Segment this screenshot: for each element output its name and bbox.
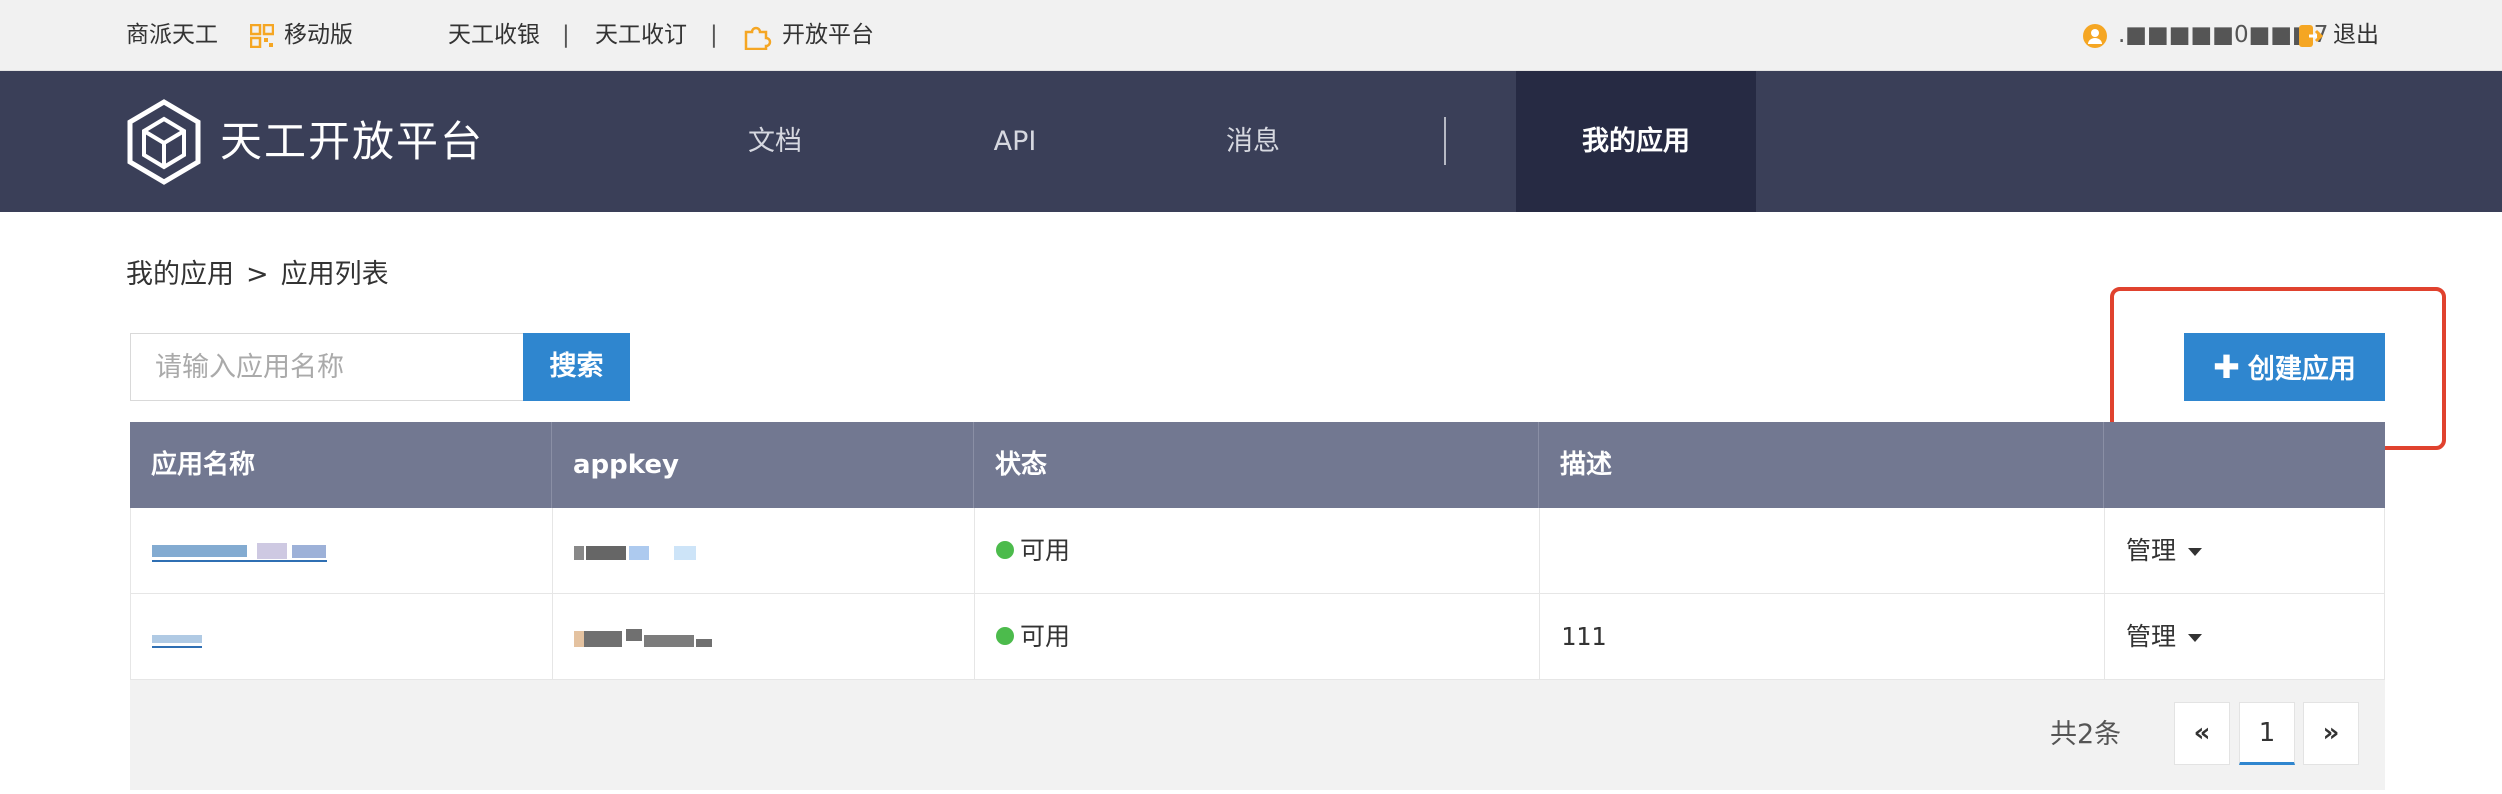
caret-down-icon <box>2188 548 2203 556</box>
search-button[interactable]: 搜索 <box>523 333 630 401</box>
nav-docs[interactable]: 文档 <box>720 71 830 212</box>
redacted-appkey <box>574 546 696 560</box>
pagination-bar: 共2条 <box>130 680 2385 790</box>
top-utility-bar: 商派天工 移动版 天工收银 | 天工收订 | 开放平台 .■■■■■0■■■7 … <box>0 0 2502 71</box>
nav-my-apps[interactable]: 我的应用 <box>1516 71 1756 212</box>
nav-messages[interactable]: 消息 <box>1198 71 1308 212</box>
column-header-action <box>2104 422 2385 508</box>
breadcrumb-current: 应用列表 <box>280 259 389 290</box>
nav-api[interactable]: API <box>960 71 1070 212</box>
shangpai-tiangong-link[interactable]: 商派天工 <box>126 0 218 71</box>
logout-link[interactable]: 退出 <box>2297 0 2379 71</box>
next-page-button[interactable]: » <box>2303 702 2359 765</box>
column-header-appkey: appkey <box>552 422 974 508</box>
platform-brand[interactable]: 天工开放平台 <box>220 71 484 212</box>
nav-divider <box>1444 117 1446 165</box>
tiangong-order-link[interactable]: 天工收订 <box>595 0 687 71</box>
column-header-app-name: 应用名称 <box>130 422 552 508</box>
tiangong-logo-icon[interactable] <box>126 99 202 185</box>
mobile-version-link[interactable]: 移动版 <box>250 0 353 71</box>
status-text: 可用 <box>1020 536 1071 565</box>
open-platform-label: 开放平台 <box>782 22 874 48</box>
column-header-status: 状态 <box>974 422 1539 508</box>
topbar-divider: | <box>562 22 570 48</box>
app-name-cell[interactable] <box>131 594 553 680</box>
breadcrumb-separator: > <box>246 259 269 290</box>
redacted-appkey <box>574 629 712 647</box>
page-1-button[interactable]: 1 <box>2239 702 2295 765</box>
mobile-version-label: 移动版 <box>284 22 353 48</box>
description-cell <box>1540 508 2105 594</box>
prev-page-button[interactable]: « <box>2174 702 2230 765</box>
redacted-app-name-link[interactable] <box>152 541 327 563</box>
user-icon <box>2083 23 2107 48</box>
app-name-search-input[interactable] <box>130 333 523 401</box>
manage-label: 管理 <box>2126 536 2177 565</box>
tiangong-cashier-link[interactable]: 天工收银 <box>448 0 540 71</box>
manage-dropdown[interactable]: 管理 <box>2105 594 2386 680</box>
main-navbar: 天工开放平台 文档 API 消息 我的应用 <box>0 71 2502 212</box>
logout-label: 退出 <box>2333 22 2379 48</box>
manage-label: 管理 <box>2126 622 2177 651</box>
redacted-app-name-link[interactable] <box>152 627 207 649</box>
appkey-cell <box>553 508 975 594</box>
description-cell: 111 <box>1540 594 2105 680</box>
open-platform-link[interactable]: 开放平台 <box>742 0 874 71</box>
caret-down-icon <box>2188 634 2203 642</box>
puzzle-icon <box>744 26 772 50</box>
logout-icon <box>2299 24 2323 47</box>
breadcrumb-root[interactable]: 我的应用 <box>126 259 234 290</box>
table-header-row: 应用名称 appkey 状态 描述 <box>130 422 2385 508</box>
status-text: 可用 <box>1020 622 1071 651</box>
total-count: 共2条 <box>2050 719 2122 750</box>
table-row: 可用 管理 <box>130 508 2385 594</box>
user-account[interactable]: .■■■■■0■■■7 <box>2082 0 2328 71</box>
table-row: 可用 111 管理 <box>130 594 2385 680</box>
app-name-cell[interactable] <box>131 508 553 594</box>
manage-dropdown[interactable]: 管理 <box>2105 508 2386 594</box>
status-available-icon <box>996 541 1014 559</box>
status-available-icon <box>996 627 1014 645</box>
appkey-cell <box>553 594 975 680</box>
qrcode-icon <box>250 23 274 48</box>
breadcrumb: 我的应用 > 应用列表 <box>126 252 389 291</box>
status-cell: 可用 <box>975 508 1540 594</box>
status-cell: 可用 <box>975 594 1540 680</box>
topbar-divider: | <box>710 22 718 48</box>
column-header-description: 描述 <box>1539 422 2104 508</box>
